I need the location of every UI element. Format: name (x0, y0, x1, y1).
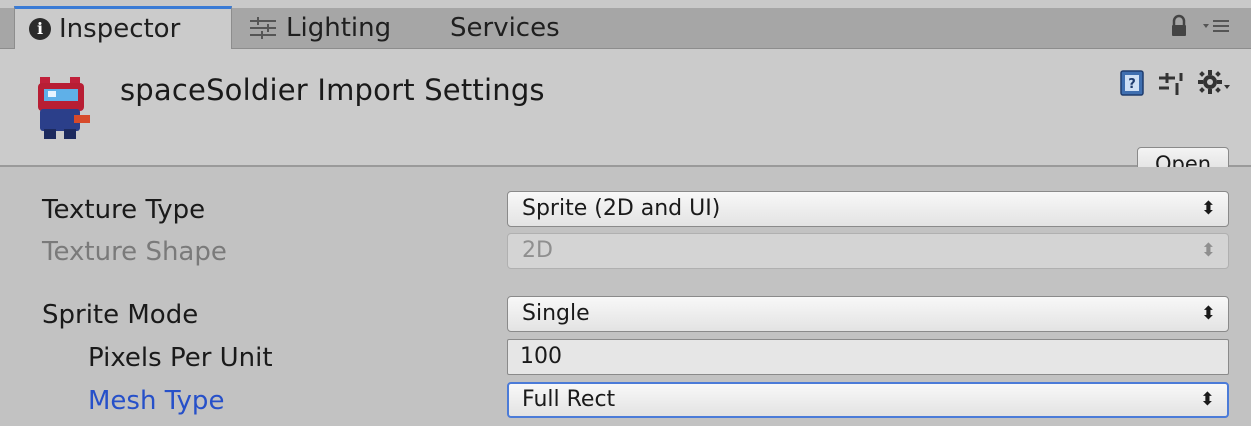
sprite-mode-value: Single (522, 301, 590, 326)
svg-text:?: ? (1128, 77, 1136, 92)
tab-menu-icon[interactable] (1201, 16, 1231, 36)
tab-inspector-label: Inspector (59, 14, 181, 44)
tab-bar-controls (1169, 14, 1231, 38)
dropdown-arrows-icon: ⬍ (1200, 198, 1216, 219)
texture-type-label: Texture Type (42, 195, 206, 225)
sprite-mode-dropdown[interactable]: Single ⬍ (507, 296, 1229, 332)
mesh-type-dropdown[interactable]: Full Rect ⬍ (507, 382, 1229, 418)
dropdown-arrows-icon: ⬍ (1199, 389, 1215, 410)
preset-icon[interactable] (1157, 69, 1185, 97)
header-title: spaceSoldier Import Settings (120, 73, 545, 107)
mesh-type-label: Mesh Type (88, 386, 225, 416)
texture-shape-label: Texture Shape (42, 237, 227, 267)
tab-lighting-label: Lighting (286, 13, 392, 43)
lock-icon[interactable] (1169, 14, 1189, 38)
gear-icon[interactable] (1197, 69, 1231, 97)
tab-bar: i Inspector Lighting Services (0, 0, 1251, 49)
sprite-mode-label: Sprite Mode (42, 300, 199, 330)
texture-type-value: Sprite (2D and UI) (522, 196, 721, 221)
texture-type-dropdown[interactable]: Sprite (2D and UI) ⬍ (507, 191, 1229, 227)
sprite-asset-icon (38, 77, 90, 139)
header-icons: ? (1119, 69, 1231, 97)
import-settings-header: spaceSoldier Import Settings ? Open (0, 49, 1251, 179)
texture-shape-dropdown: 2D ⬍ (507, 233, 1229, 269)
tab-services-label: Services (450, 13, 560, 43)
properties-panel: Texture Type Sprite (2D and UI) ⬍ Textur… (0, 167, 1251, 426)
tab-lighting[interactable]: Lighting (248, 8, 438, 48)
mesh-type-value: Full Rect (522, 387, 616, 412)
info-icon: i (29, 18, 51, 40)
lighting-icon (250, 17, 276, 39)
pixels-per-unit-input[interactable]: 100 (507, 339, 1229, 375)
pixels-per-unit-label: Pixels Per Unit (88, 343, 273, 373)
texture-shape-value: 2D (522, 238, 553, 263)
dropdown-arrows-icon: ⬍ (1200, 240, 1216, 261)
tab-inspector[interactable]: i Inspector (14, 6, 232, 49)
help-book-icon[interactable]: ? (1119, 69, 1145, 97)
dropdown-arrows-icon: ⬍ (1200, 303, 1216, 324)
tab-services[interactable]: Services (450, 8, 610, 48)
